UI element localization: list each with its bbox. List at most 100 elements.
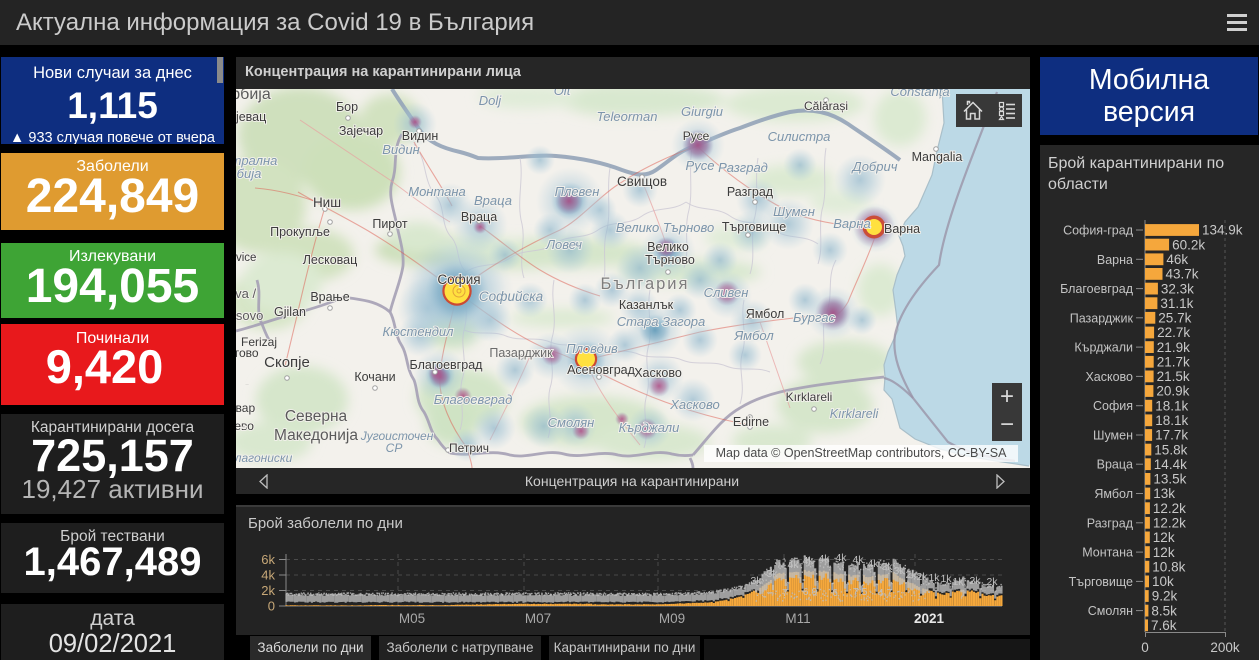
svg-text:21.7k: 21.7k: [1157, 355, 1190, 370]
svg-text:46k: 46k: [1166, 252, 1188, 267]
svg-text:Constanța: Constanța: [890, 89, 949, 99]
svg-text:12.2k: 12.2k: [1153, 501, 1186, 516]
svg-text:Македонија: Македонија: [274, 427, 358, 444]
svg-text:Шумен: Шумен: [1093, 429, 1133, 443]
svg-text:ујевац: ујевац: [236, 110, 266, 124]
svg-text:13k: 13k: [1153, 486, 1175, 501]
svg-text:4k: 4k: [787, 559, 799, 571]
svg-text:0: 0: [1141, 640, 1149, 655]
svg-text:Хасково: Хасково: [669, 397, 720, 412]
svg-text:София: София: [1093, 399, 1133, 413]
svg-text:4k: 4k: [802, 555, 814, 567]
svg-text:Монтана: Монтана: [1082, 546, 1133, 560]
svg-text:2k: 2k: [969, 575, 981, 587]
svg-text:6k: 6k: [261, 552, 275, 567]
svg-text:Пазарджик: Пазарджик: [489, 346, 553, 360]
svg-text:СР: СР: [386, 441, 403, 455]
svg-text:10.8k: 10.8k: [1152, 559, 1185, 574]
svg-text:Враца: Враца: [461, 210, 497, 224]
svg-text:Gjilan: Gjilan: [274, 305, 306, 319]
svg-text:12k: 12k: [1153, 530, 1175, 545]
svg-text:6: 6: [832, 587, 838, 599]
svg-text:12k: 12k: [1153, 545, 1175, 560]
svg-text:2k: 2k: [986, 576, 998, 588]
svg-text:Пазарджик: Пазарджик: [1070, 311, 1134, 325]
svg-text:Монтана: Монтана: [408, 184, 466, 199]
svg-text:Свищов: Свищов: [617, 174, 667, 189]
svg-text:22.7k: 22.7k: [1157, 325, 1190, 340]
svg-text:Edirne: Edirne: [733, 415, 769, 429]
svg-text:12.2k: 12.2k: [1153, 516, 1186, 531]
svg-text:Ямбол: Ямбол: [746, 307, 785, 321]
svg-text:2k: 2k: [916, 571, 928, 583]
svg-text:3k: 3k: [750, 575, 762, 587]
svg-text:4k: 4k: [261, 568, 275, 583]
svg-text:Giurgiu: Giurgiu: [681, 104, 723, 119]
svg-text:София: София: [437, 272, 480, 287]
svg-text:Стара Загора: Стара Загора: [617, 314, 706, 329]
svg-text:15.8k: 15.8k: [1154, 442, 1187, 457]
svg-text:Русе: Русе: [686, 158, 715, 173]
svg-text:Ferizaj: Ferizaj: [241, 335, 277, 349]
svg-text:Силистра: Силистра: [768, 129, 831, 144]
svg-text:Пелагониски: Пелагониски: [236, 451, 293, 465]
svg-text:M05: M05: [399, 611, 425, 626]
svg-text:2k: 2k: [261, 583, 275, 598]
svg-text:3k: 3k: [893, 565, 905, 577]
svg-text:4k: 4k: [852, 554, 864, 566]
svg-text:Пирот: Пирот: [372, 217, 408, 231]
svg-text:M09: M09: [659, 611, 685, 626]
svg-text:Ловеч: Ловеч: [545, 237, 582, 252]
svg-text:Dolj: Dolj: [479, 93, 503, 108]
svg-text:Търново: Търново: [645, 253, 695, 267]
svg-text:31.1k: 31.1k: [1160, 296, 1193, 311]
svg-text:Смолян: Смолян: [548, 415, 595, 430]
svg-text:Велико: Велико: [647, 240, 689, 254]
svg-text:ova /: ova /: [236, 286, 256, 301]
svg-text:Софийска: Софийска: [479, 289, 544, 304]
svg-text:Смолян: Смолян: [1088, 604, 1133, 618]
svg-text:Пловдив: Пловдив: [566, 341, 618, 356]
svg-text:рбија: рбија: [236, 89, 271, 103]
svg-text:4k: 4k: [867, 558, 879, 570]
svg-text:Шумен: Шумен: [773, 204, 815, 219]
svg-text:Враца: Враца: [474, 193, 512, 208]
svg-text:Плевен: Плевен: [555, 184, 600, 199]
svg-text:14.4k: 14.4k: [1154, 457, 1187, 472]
svg-text:Kırklareli: Kırklareli: [786, 390, 833, 404]
svg-text:6,9: 6,9: [803, 586, 818, 598]
svg-text:4k: 4k: [818, 553, 830, 565]
svg-text:ивар: ивар: [236, 401, 255, 415]
svg-text:200k: 200k: [1210, 640, 1240, 655]
svg-text:Кърджали: Кърджали: [1074, 341, 1133, 355]
svg-text:3k: 3k: [766, 568, 778, 580]
svg-text:8.5k: 8.5k: [1151, 603, 1177, 618]
svg-text:21.5k: 21.5k: [1157, 369, 1190, 384]
svg-text:M07: M07: [525, 611, 551, 626]
svg-text:ovice: ovice: [236, 252, 256, 264]
svg-text:Благоевград: Благоевград: [410, 358, 484, 372]
svg-text:Кочани: Кочани: [354, 370, 395, 384]
svg-text:Врање: Врање: [310, 290, 349, 304]
svg-text:1k: 1k: [940, 573, 952, 585]
svg-text:7.6k: 7.6k: [1151, 618, 1177, 633]
svg-text:2021: 2021: [914, 611, 945, 626]
svg-text:Видин: Видин: [402, 129, 439, 143]
svg-text:21.9k: 21.9k: [1157, 340, 1190, 355]
svg-text:Mangalia: Mangalia: [912, 150, 963, 164]
svg-text:osovo: osovo: [236, 308, 263, 323]
svg-text:Călărași: Călărași: [804, 99, 848, 113]
svg-text:4,7: 4,7: [878, 587, 893, 599]
svg-text:Варна: Варна: [884, 222, 920, 236]
svg-text:Сливен: Сливен: [704, 285, 749, 300]
svg-text:Видин: Видин: [382, 142, 419, 157]
svg-text:Olt: Olt: [554, 89, 572, 98]
svg-text:Кърджали: Кърджали: [619, 420, 680, 435]
svg-text:134.9k: 134.9k: [1202, 223, 1243, 238]
svg-text:18.1k: 18.1k: [1155, 398, 1188, 413]
svg-text:България: България: [601, 275, 690, 293]
svg-text:чево: чево: [236, 419, 254, 433]
svg-text:7: 7: [782, 587, 788, 599]
svg-text:Ямбол: Ямбол: [1094, 487, 1133, 501]
svg-text:Варна: Варна: [833, 216, 871, 231]
